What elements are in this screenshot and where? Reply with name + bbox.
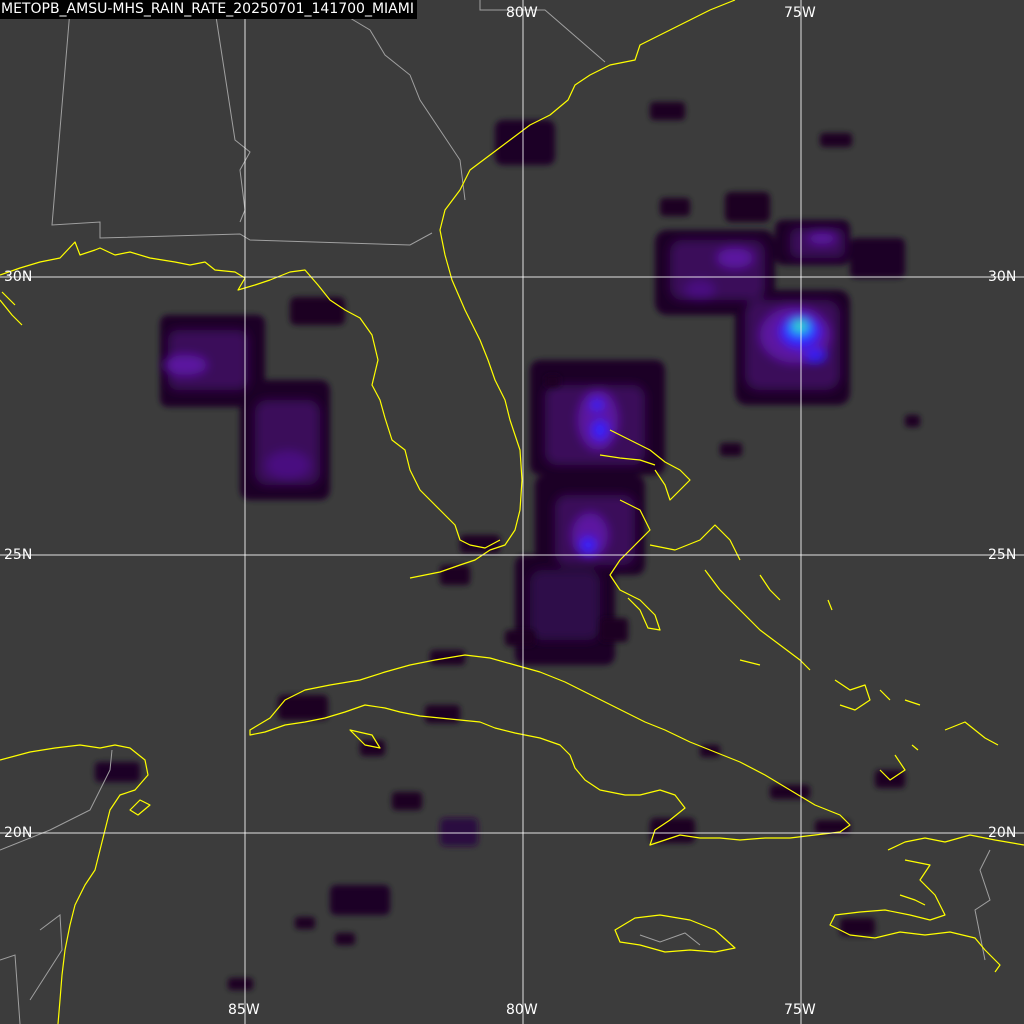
lon-label-bottom-80w: 80W bbox=[506, 1002, 538, 1018]
rain-rate-map bbox=[0, 0, 1024, 1024]
lat-label-right-25n: 25N bbox=[988, 547, 1017, 563]
lat-label-right-20n: 20N bbox=[988, 825, 1017, 841]
lon-label-bottom-75w: 75W bbox=[784, 1002, 816, 1018]
rain-cells bbox=[95, 102, 920, 990]
lat-label-left-25n: 25N bbox=[4, 547, 33, 563]
lon-label-top-75w: 75W bbox=[784, 5, 816, 21]
lat-label-left-30n: 30N bbox=[4, 269, 33, 285]
lat-label-left-20n: 20N bbox=[4, 825, 33, 841]
lat-label-right-30n: 30N bbox=[988, 269, 1017, 285]
lon-label-top-80w: 80W bbox=[506, 5, 538, 21]
lon-label-bottom-85w: 85W bbox=[228, 1002, 260, 1018]
product-title: METOPB_AMSU-MHS_RAIN_RATE_20250701_14170… bbox=[0, 0, 417, 19]
